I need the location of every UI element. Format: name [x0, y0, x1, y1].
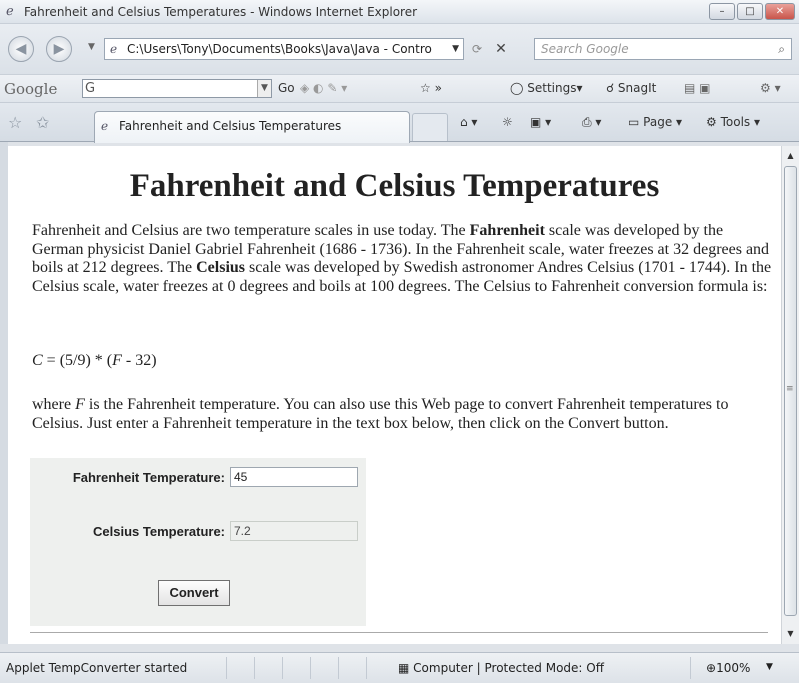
- address-dropdown[interactable]: ▼: [452, 39, 459, 59]
- formula-c: C: [32, 352, 43, 369]
- computer-icon: ▦: [398, 661, 410, 675]
- horizontal-rule: [30, 632, 768, 633]
- home-icon[interactable]: ⌂ ▾: [460, 115, 477, 129]
- snagit-label: SnagIt: [617, 81, 657, 95]
- formula-mid: = (5/9) * (: [42, 352, 113, 369]
- scroll-grip-icon: ≡: [786, 384, 794, 394]
- content-frame-border: [0, 142, 8, 644]
- search-input[interactable]: Search Google ⌕: [534, 38, 792, 60]
- tab-bar: ☆ ✩ ℯ Fahrenheit and Celsius Temperature…: [0, 102, 799, 143]
- address-field[interactable]: ℯ C:\Users\Tony\Documents\Books\Java\Jav…: [104, 38, 464, 60]
- window-titlebar: ℯ Fahrenheit and Celsius Temperatures - …: [0, 0, 799, 24]
- favorites-star-icon[interactable]: ☆: [8, 113, 22, 132]
- google-settings-label: Settings: [527, 81, 577, 95]
- instructions-paragraph: where F is the Fahrenheit temperature. Y…: [32, 396, 777, 433]
- extensions-menu-icon[interactable]: ⚙ ▾: [760, 81, 781, 95]
- page-menu-button[interactable]: ▭ Page ▾: [628, 115, 682, 129]
- intro-bold-celsius: Celsius: [196, 259, 246, 276]
- status-divider: [338, 657, 339, 679]
- forward-icon: ▶: [53, 41, 65, 57]
- minimize-button[interactable]: –: [709, 3, 735, 20]
- status-divider: [226, 657, 227, 679]
- maximize-button[interactable]: □: [737, 3, 763, 20]
- ie-logo-icon: ℯ: [6, 4, 14, 19]
- temp-converter-applet: Fahrenheit Temperature: 45 Celsius Tempe…: [30, 458, 366, 626]
- read-mail-icon[interactable]: ▣ ▾: [530, 115, 551, 129]
- refresh-button[interactable]: ⟳: [466, 38, 488, 60]
- where-text-1: where: [32, 396, 76, 413]
- convert-button[interactable]: Convert: [158, 580, 230, 606]
- forward-button[interactable]: ▶: [46, 36, 72, 62]
- fahrenheit-label: Fahrenheit Temperature:: [72, 470, 225, 485]
- status-divider: [254, 657, 255, 679]
- snagit-tools-icons[interactable]: ▤ ▣: [684, 81, 711, 95]
- stop-button[interactable]: ✕: [490, 38, 512, 60]
- security-zone-label: Computer | Protected Mode: Off: [413, 661, 605, 675]
- intro-paragraph: Fahrenheit and Celsius are two temperatu…: [32, 222, 777, 296]
- search-icon[interactable]: ⌕: [778, 39, 785, 59]
- tools-menu-label: Tools: [720, 115, 751, 129]
- address-url: C:\Users\Tony\Documents\Books\Java\Java …: [127, 42, 432, 56]
- recent-pages-dropdown[interactable]: ▼: [88, 42, 95, 52]
- security-zone[interactable]: ▦ Computer | Protected Mode: Off: [398, 661, 604, 675]
- celsius-output: 7.2: [230, 521, 358, 541]
- google-toolbar: Google G ▼ Go ◈ ◐ ✎ ▾ ☆ » ◯ Settings▾ ☌ …: [0, 74, 799, 102]
- page-content: Fahrenheit and Celsius Temperatures Fahr…: [8, 146, 781, 644]
- formula-f: F: [112, 352, 122, 369]
- address-toolbar: ◀ ▶ ▼ ℯ C:\Users\Tony\Documents\Books\Ja…: [0, 24, 799, 74]
- zoom-label: 100%: [716, 661, 751, 675]
- page-menu-label: Page: [643, 115, 673, 129]
- google-settings-button[interactable]: ◯ Settings▾: [510, 81, 583, 95]
- feeds-icon[interactable]: ☼: [502, 115, 513, 129]
- page-icon: ℯ: [110, 42, 118, 56]
- scroll-up-arrow[interactable]: ▲: [782, 148, 799, 164]
- formula: C = (5/9) * (F - 32): [32, 352, 777, 371]
- status-divider: [310, 657, 311, 679]
- close-button[interactable]: ✕: [765, 3, 795, 20]
- tab-current[interactable]: ℯ Fahrenheit and Celsius Temperatures: [94, 111, 410, 143]
- page-icon: ℯ: [101, 119, 109, 133]
- status-divider: [282, 657, 283, 679]
- where-f: F: [75, 396, 85, 413]
- google-logo: Google: [4, 80, 58, 98]
- bookmark-star-icon[interactable]: ☆ »: [420, 81, 442, 95]
- google-tools-icons[interactable]: ◈ ◐ ✎ ▾: [300, 81, 347, 95]
- tab-label: Fahrenheit and Celsius Temperatures: [119, 119, 342, 133]
- google-search-dropdown[interactable]: ▼: [257, 80, 271, 97]
- status-divider: [690, 657, 691, 679]
- new-tab-button[interactable]: [412, 113, 448, 141]
- status-text: Applet TempConverter started: [6, 661, 188, 675]
- window-title: Fahrenheit and Celsius Temperatures - Wi…: [24, 5, 418, 19]
- formula-end: - 32): [121, 352, 157, 369]
- snagit-button[interactable]: ☌ SnagIt: [606, 81, 656, 95]
- add-favorites-icon[interactable]: ✩: [36, 113, 49, 132]
- fahrenheit-input[interactable]: 45: [230, 467, 358, 487]
- zoom-level[interactable]: ⊕100%: [706, 661, 750, 675]
- tools-menu-button[interactable]: ⚙ Tools ▾: [706, 115, 760, 129]
- intro-text-1: Fahrenheit and Celsius are two temperatu…: [32, 222, 470, 239]
- back-button[interactable]: ◀: [8, 36, 34, 62]
- refresh-icon: ⟳: [471, 42, 483, 56]
- status-divider: [366, 657, 367, 679]
- vertical-scrollbar[interactable]: ▲ ≡ ▼: [781, 146, 799, 644]
- scroll-down-arrow[interactable]: ▼: [782, 626, 799, 642]
- zoom-dropdown[interactable]: ▼: [766, 662, 773, 672]
- status-bar: Applet TempConverter started ▦ Computer …: [0, 652, 799, 683]
- page-title: Fahrenheit and Celsius Temperatures: [129, 168, 660, 204]
- print-icon[interactable]: ⎙ ▾: [582, 115, 601, 130]
- back-icon: ◀: [15, 41, 27, 57]
- celsius-label: Celsius Temperature:: [93, 524, 225, 539]
- where-text-2: is the Fahrenheit temperature. You can a…: [32, 396, 729, 432]
- intro-bold-fahrenheit: Fahrenheit: [469, 222, 545, 239]
- zoom-icon: ⊕: [706, 661, 717, 675]
- tools-gear-icon: ⚙: [706, 115, 717, 129]
- google-go-button[interactable]: Go: [278, 81, 295, 95]
- google-search-input[interactable]: G ▼: [82, 79, 272, 98]
- search-placeholder: Search Google: [541, 42, 629, 56]
- google-search-value: G: [85, 81, 96, 96]
- stop-icon: ✕: [495, 41, 507, 57]
